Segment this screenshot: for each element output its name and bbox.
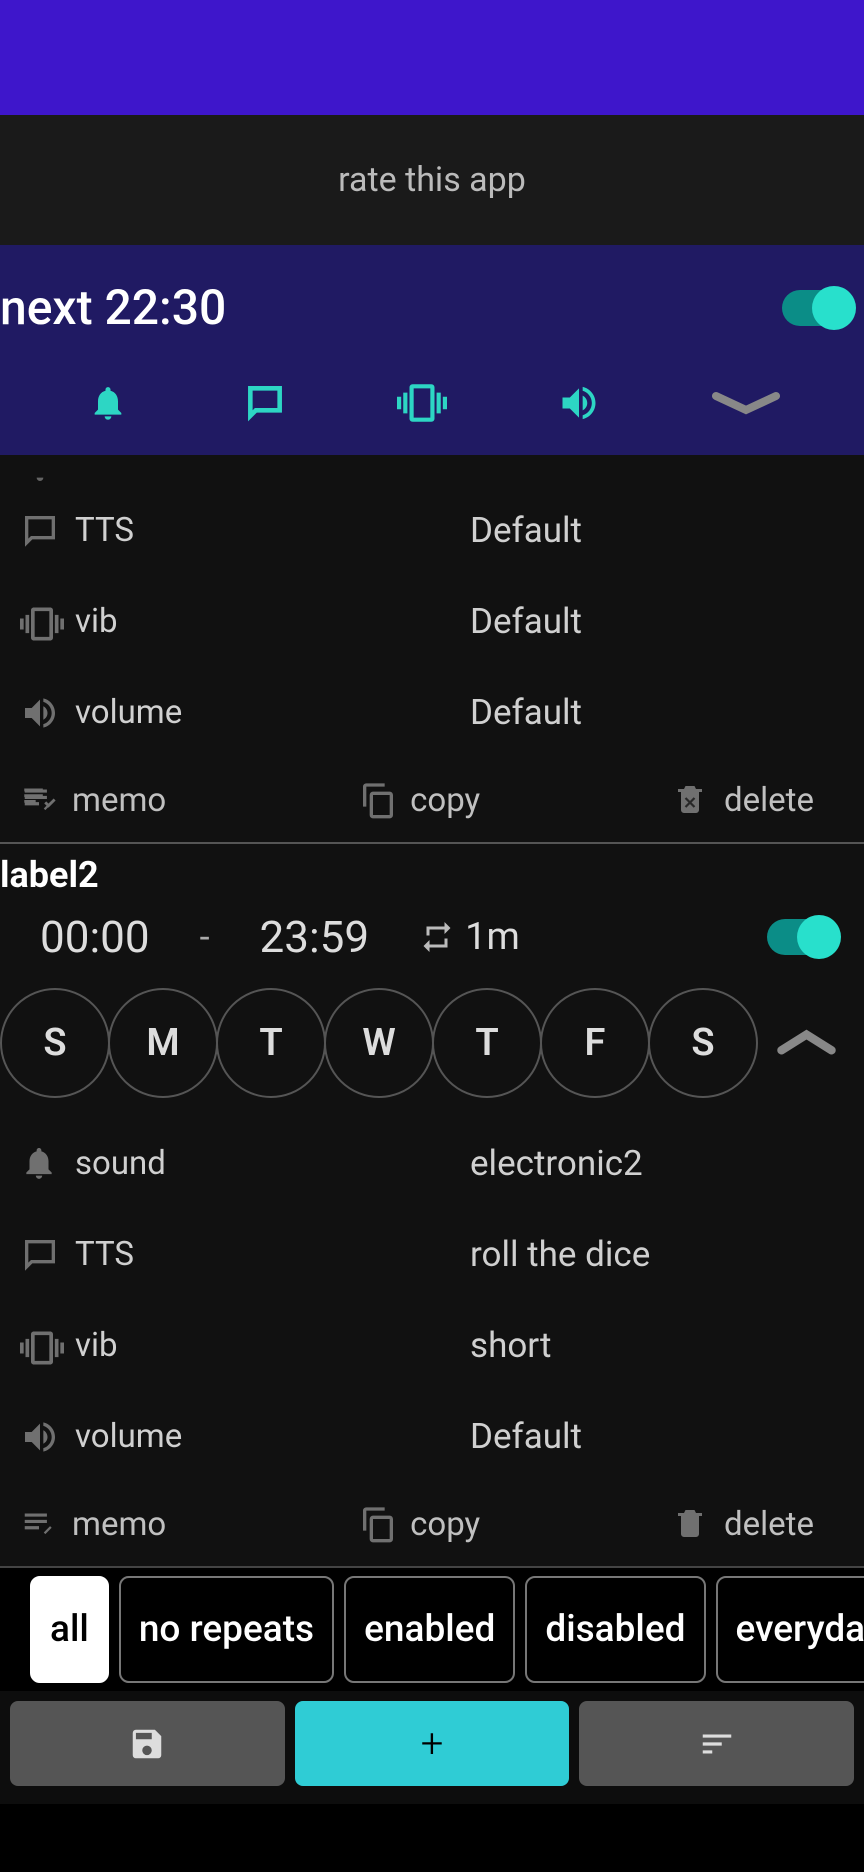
trash-icon bbox=[672, 780, 712, 820]
copy-icon bbox=[358, 1504, 398, 1544]
setting-row-vib[interactable]: vib short bbox=[0, 1300, 864, 1391]
chevron-down-icon[interactable] bbox=[711, 378, 781, 428]
memo-icon bbox=[20, 780, 60, 820]
setting-label: volume bbox=[75, 693, 455, 732]
filter-enabled[interactable]: enabled bbox=[344, 1576, 515, 1683]
chevron-up-icon[interactable] bbox=[774, 1024, 839, 1063]
day-mon[interactable]: M bbox=[108, 988, 218, 1098]
day-sun[interactable]: S bbox=[0, 988, 110, 1098]
volume-icon[interactable] bbox=[554, 378, 604, 428]
day-fri[interactable]: F bbox=[540, 988, 650, 1098]
memo-button[interactable]: memo bbox=[20, 1504, 166, 1544]
day-thu[interactable]: T bbox=[432, 988, 542, 1098]
days-row: S M T W T F S bbox=[0, 978, 864, 1118]
alarm-toggle[interactable] bbox=[767, 919, 839, 955]
day-wed[interactable]: W bbox=[324, 988, 434, 1098]
bottom-bar: + bbox=[0, 1691, 864, 1804]
save-icon bbox=[128, 1725, 166, 1763]
filter-disabled[interactable]: disabled bbox=[525, 1576, 705, 1683]
time-end[interactable]: 23:59 bbox=[260, 911, 370, 963]
delete-label: delete bbox=[724, 1505, 814, 1544]
vibrate-icon[interactable] bbox=[397, 378, 447, 428]
copy-button[interactable]: copy bbox=[358, 1504, 480, 1544]
delete-label: delete bbox=[724, 781, 814, 820]
chat-icon[interactable] bbox=[240, 378, 290, 428]
copy-label: copy bbox=[410, 1505, 480, 1544]
setting-row-volume[interactable]: volume Default bbox=[0, 667, 864, 758]
add-label: + bbox=[421, 1720, 444, 1767]
vibrate-icon bbox=[20, 1326, 60, 1366]
delete-button[interactable]: delete bbox=[672, 1504, 844, 1544]
setting-value: Default bbox=[470, 1416, 582, 1457]
setting-value: electronic2 bbox=[470, 1143, 643, 1184]
action-row: memo copy delete bbox=[0, 1482, 864, 1566]
setting-label: vib bbox=[75, 1326, 455, 1365]
day-sat[interactable]: S bbox=[648, 988, 758, 1098]
interval-value: 1m bbox=[465, 915, 520, 959]
bell-icon bbox=[20, 461, 60, 485]
bell-icon[interactable] bbox=[83, 378, 133, 428]
memo-label: memo bbox=[72, 781, 166, 820]
memo-label: memo bbox=[72, 1505, 166, 1544]
next-alarm-time: next 22:30 bbox=[0, 279, 226, 336]
delete-button[interactable]: delete bbox=[672, 780, 844, 820]
bell-icon bbox=[20, 1144, 60, 1184]
setting-label: vib bbox=[75, 602, 455, 641]
setting-row-volume[interactable]: volume Default bbox=[0, 1391, 864, 1482]
copy-icon bbox=[358, 780, 398, 820]
copy-button[interactable]: copy bbox=[358, 780, 480, 820]
setting-value: short bbox=[470, 1325, 551, 1366]
setting-value: roll the dice bbox=[470, 1234, 650, 1275]
interval[interactable]: 1m bbox=[419, 915, 520, 959]
add-button[interactable]: + bbox=[295, 1701, 570, 1786]
setting-value: Default bbox=[470, 601, 582, 642]
setting-row-tts[interactable]: TTS roll the dice bbox=[0, 1209, 864, 1300]
setting-value: Default bbox=[470, 510, 582, 551]
vibrate-icon bbox=[20, 602, 60, 642]
master-toggle[interactable] bbox=[782, 290, 854, 326]
volume-icon bbox=[20, 693, 60, 733]
setting-label: TTS bbox=[75, 511, 455, 550]
header: next 22:30 bbox=[0, 245, 864, 455]
action-row: memo copy delete bbox=[0, 758, 864, 842]
chat-icon bbox=[20, 1235, 60, 1275]
time-row: 00:00 - 23:59 1m bbox=[0, 896, 864, 978]
time-dash: - bbox=[160, 916, 250, 958]
setting-row-vib[interactable]: vib Default bbox=[0, 576, 864, 667]
sort-button[interactable] bbox=[579, 1701, 854, 1786]
chat-icon bbox=[20, 511, 60, 551]
trash-icon bbox=[672, 1504, 712, 1544]
rate-banner[interactable]: rate this app bbox=[0, 115, 864, 245]
setting-row-sound[interactable]: sound electronic2 bbox=[0, 1118, 864, 1209]
time-start[interactable]: 00:00 bbox=[40, 911, 150, 963]
rate-banner-text: rate this app bbox=[338, 160, 526, 200]
sort-icon bbox=[698, 1725, 736, 1763]
memo-button[interactable]: memo bbox=[20, 780, 166, 820]
day-tue[interactable]: T bbox=[216, 988, 326, 1098]
filter-everyday[interactable]: everyday bbox=[716, 1576, 864, 1683]
save-button[interactable] bbox=[10, 1701, 285, 1786]
volume-icon bbox=[20, 1417, 60, 1457]
filter-bar[interactable]: all no repeats enabled disabled everyday… bbox=[0, 1566, 864, 1691]
setting-value: Default bbox=[470, 692, 582, 733]
setting-label: TTS bbox=[75, 1235, 455, 1274]
setting-label: volume bbox=[75, 1417, 455, 1456]
memo-icon bbox=[20, 1504, 60, 1544]
partial-row-hidden bbox=[0, 455, 864, 485]
status-bar-space bbox=[0, 0, 864, 115]
setting-row-tts[interactable]: TTS Default bbox=[0, 485, 864, 576]
copy-label: copy bbox=[410, 781, 480, 820]
alarm-label[interactable]: label2 bbox=[0, 844, 864, 896]
filter-all[interactable]: all bbox=[30, 1576, 109, 1683]
setting-label: sound bbox=[75, 1144, 455, 1183]
filter-no-repeats[interactable]: no repeats bbox=[119, 1576, 334, 1683]
repeat-icon bbox=[419, 919, 455, 955]
